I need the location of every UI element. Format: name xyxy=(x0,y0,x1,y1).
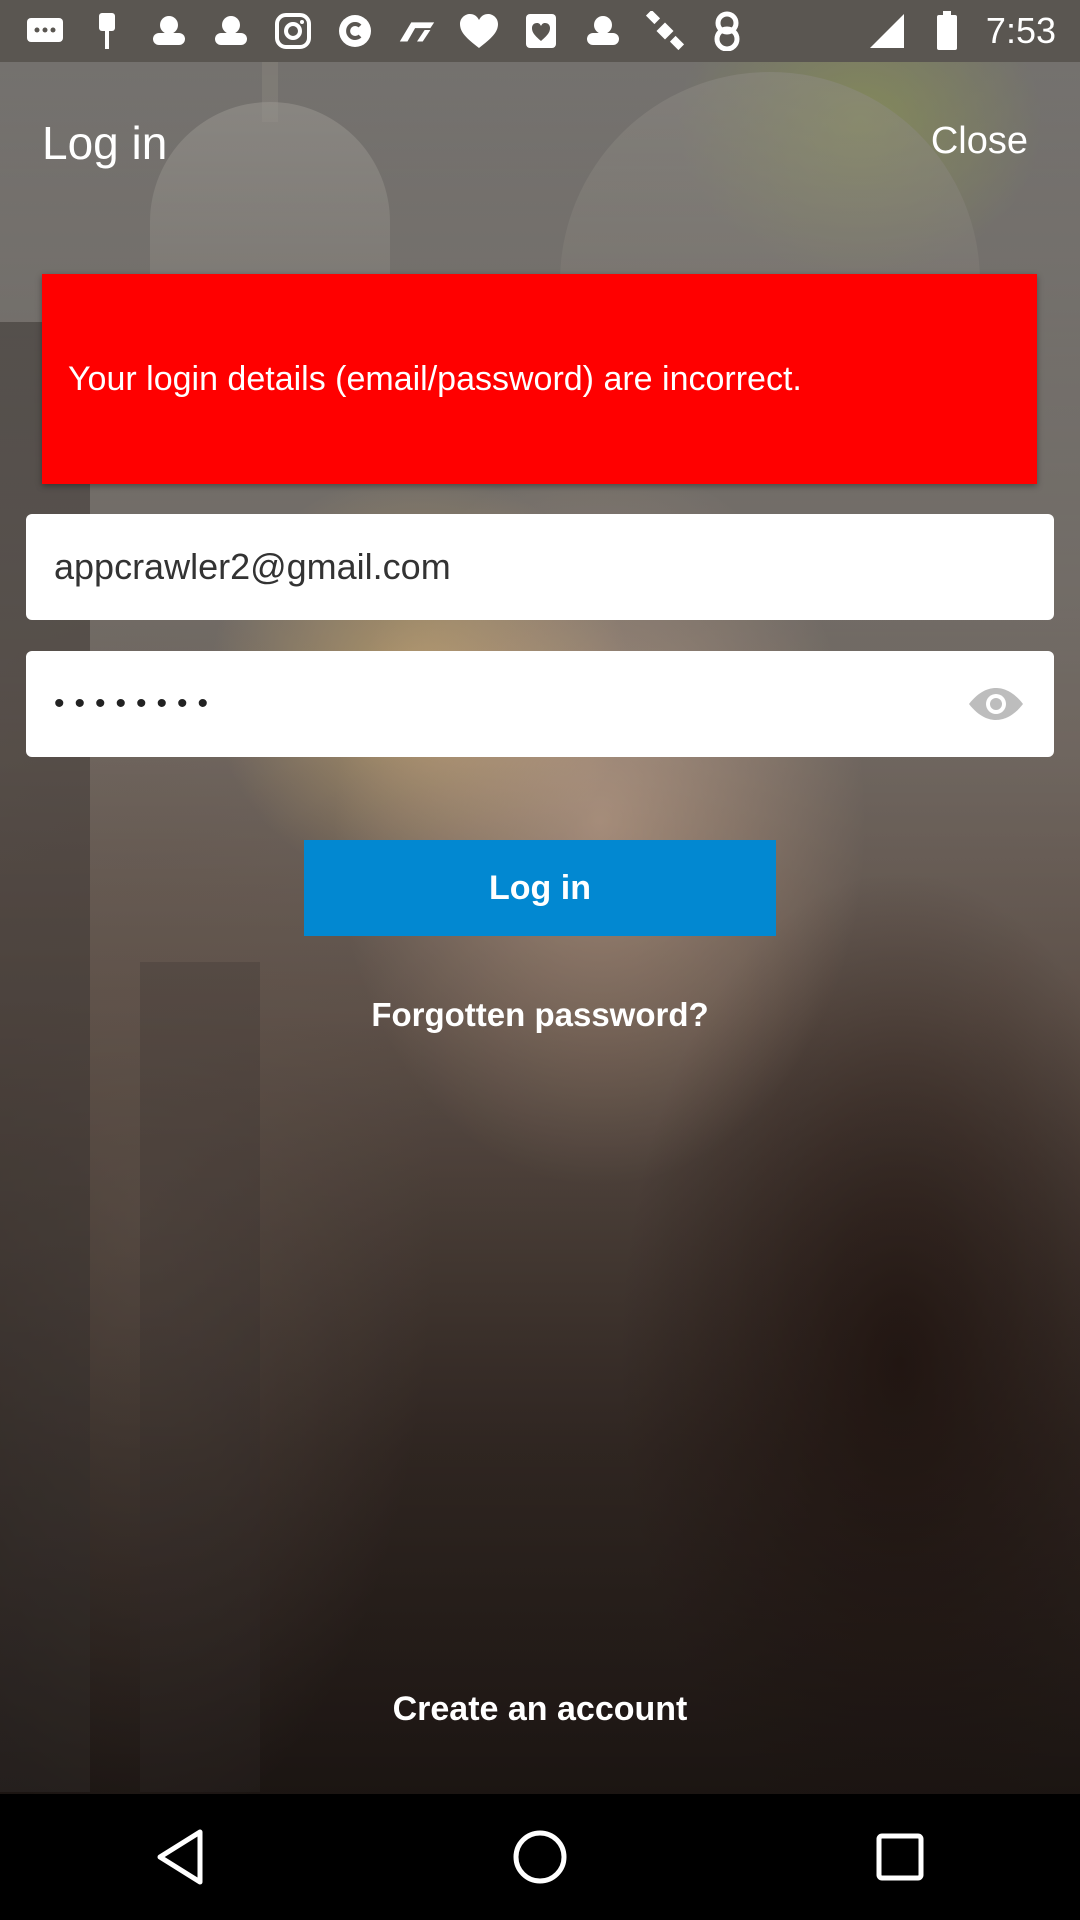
email-field[interactable]: appcrawler2@gmail.com xyxy=(26,514,1054,620)
page-title: Log in xyxy=(42,117,168,169)
password-field[interactable]: •••••••• xyxy=(26,651,1054,757)
game-controller-icon xyxy=(148,10,190,52)
create-account-link[interactable]: Create an account xyxy=(0,1690,1080,1729)
status-time: 7:53 xyxy=(985,10,1056,51)
f1-icon xyxy=(396,10,438,52)
heart-icon xyxy=(458,10,500,52)
notification-icons xyxy=(24,10,748,52)
battery-icon xyxy=(926,10,968,52)
show-password-eye-icon[interactable] xyxy=(966,684,1026,724)
forgot-password-link[interactable]: Forgotten password? xyxy=(0,996,1080,1034)
status-bar: 7:53 xyxy=(0,0,1080,62)
navigation-bar xyxy=(0,1794,1080,1920)
error-banner: Your login details (email/password) are … xyxy=(42,274,1037,484)
satellite-icon xyxy=(644,10,686,52)
password-value[interactable]: •••••••• xyxy=(54,687,966,721)
home-icon[interactable] xyxy=(505,1822,575,1892)
status-right: 7:53 xyxy=(866,10,1056,52)
pin-icon xyxy=(86,10,128,52)
instagram-icon xyxy=(272,10,314,52)
back-icon[interactable] xyxy=(145,1822,215,1892)
eight-ball-icon xyxy=(706,10,748,52)
game-controller-icon xyxy=(582,10,624,52)
error-message: Your login details (email/password) are … xyxy=(68,359,802,398)
messages-icon xyxy=(24,10,66,52)
recents-icon[interactable] xyxy=(865,1822,935,1892)
close-button[interactable]: Close xyxy=(931,120,1028,163)
email-value[interactable]: appcrawler2@gmail.com xyxy=(54,546,1026,588)
signal-icon xyxy=(866,10,908,52)
cast-c-icon xyxy=(334,10,376,52)
login-button[interactable]: Log in xyxy=(304,840,776,936)
background-photo: Log in Close Your login details (email/p… xyxy=(0,62,1080,1794)
game-controller-icon xyxy=(210,10,252,52)
shield-heart-icon xyxy=(520,10,562,52)
